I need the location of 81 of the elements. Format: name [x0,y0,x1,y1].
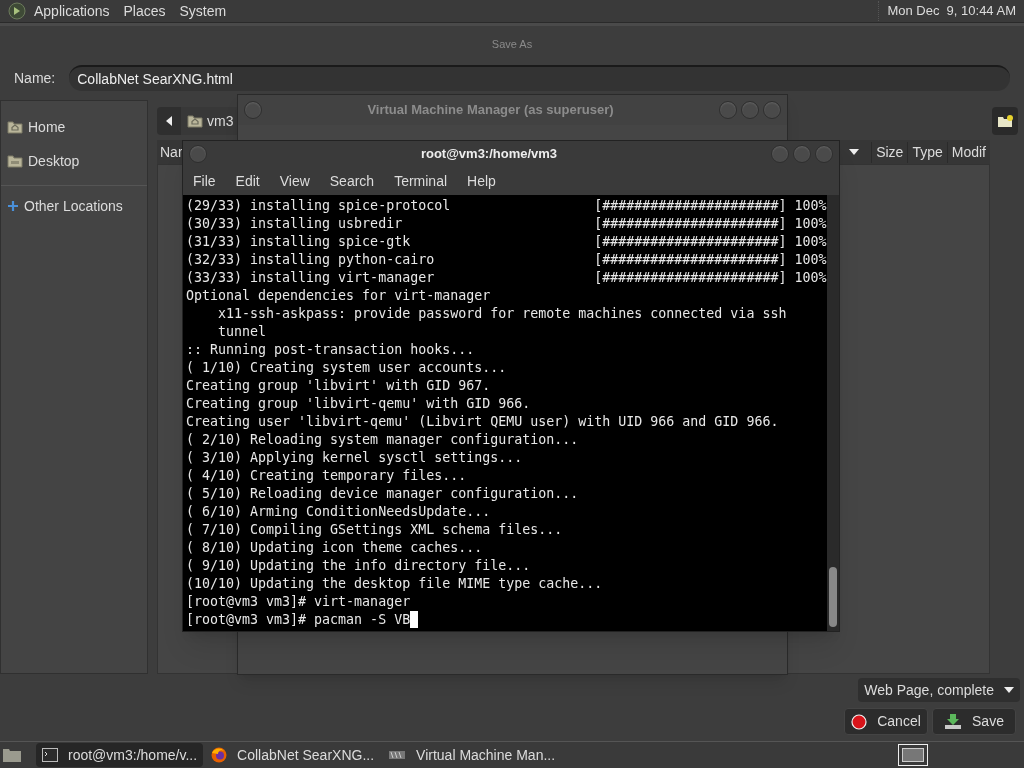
terminal-line: [root@vm3 vm3]# virt-manager [186,593,411,611]
terminal-line: :: Running post-transaction hooks... [186,341,475,359]
terminal-line: Optional dependencies for virt-manager [186,287,491,305]
terminal-line: (31/33) installing spice-gtk [######################] 100% [186,233,827,251]
window-button[interactable] [189,145,207,163]
menu-item[interactable]: Search [329,170,375,192]
terminal-line: (32/33) installing python-cairo [######################] 100% [186,251,827,269]
terminal-line: ( 4/10) Creating temporary files... [186,467,467,485]
window-button[interactable] [244,101,262,119]
menu-item[interactable]: File [193,170,216,192]
text-cursor [410,611,419,628]
home-folder-icon [187,114,203,129]
taskbar-button[interactable]: Virtual Machine Man... [382,743,562,768]
logo-icon[interactable] [8,2,26,21]
sort-caret-icon[interactable] [849,149,860,156]
new-folder-button[interactable] [992,107,1018,136]
monitor-icon [388,749,407,762]
terminal-line: ( 9/10) Updating the info directory file... [186,557,531,575]
stop-icon [851,713,868,730]
terminal-line: (33/33) installing virt-manager [######################] 100% [186,269,827,287]
panel-menu[interactable]: System [179,0,227,22]
sidebar-item[interactable]: Other Locations [1,192,147,221]
terminal-line: [root@vm3 vm3]# pacman -S VB [186,611,411,629]
plus-icon [7,200,19,213]
window-button[interactable] [815,145,833,163]
terminal-line: (29/33) installing spice-protocol [######################] 100% [186,197,827,215]
panel-menu[interactable]: Places [123,0,166,22]
terminal-line: (10/10) Updating the desktop file MIME type cache... [186,575,603,593]
menu-item[interactable]: Help [467,170,496,192]
workspace-switcher[interactable] [898,744,928,767]
name-label: Name: [14,68,56,88]
browser-icon [211,747,228,764]
panel-menu[interactable]: Applications [34,0,110,22]
window-button[interactable] [719,101,737,119]
terminal-line: x11-ssh-askpass: provide password for remote machines connected via ssh [217,305,787,323]
terminal-line: Creating user 'libvirt-qemu' (Libvirt QEMU user) with UID 966 and GID 966. [186,413,779,431]
terminal-line: ( 1/10) Creating system user accounts... [186,359,507,377]
window-button[interactable] [741,101,759,119]
menu-item[interactable]: Terminal [394,170,448,192]
back-arrow-icon [166,116,172,127]
window-button[interactable] [793,145,811,163]
terminal-line: Creating group 'libvirt' with GID 967. [186,377,491,395]
scrollbar[interactable] [827,195,839,631]
sidebar-item[interactable]: Desktop [1,147,147,176]
column-header[interactable]: Nar [157,141,183,163]
menu-item[interactable]: View [279,170,310,192]
taskbar-button[interactable]: CollabNet SearXNG... [205,743,381,768]
path-button[interactable]: vm3 [181,107,240,136]
terminal-line: ( 6/10) Arming ConditionNeedsUpdate... [186,503,491,521]
window-title: root@vm3:/home/vm3 [419,145,559,164]
cancel-button[interactable]: Cancel [844,708,928,736]
window-button[interactable] [771,145,789,163]
terminal-line: (30/33) installing usbredir [######################] 100% [186,215,827,233]
caret-icon [1004,687,1014,694]
menu-item[interactable]: Edit [235,170,260,192]
dialog-title: Save As [491,36,533,52]
folder-icon [7,154,23,169]
sidebar-item[interactable]: Home [1,113,147,142]
save-button[interactable]: Save [932,708,1016,736]
column-header[interactable]: Modif [946,141,990,163]
column-header[interactable]: Type [907,141,947,163]
terminal-line: Creating group 'libvirt-qemu' with GID 966. [186,395,531,413]
terminal-line: ( 5/10) Reloading device manager configuration... [186,485,579,503]
terminal-line: tunnel [217,323,267,341]
terminal-line: ( 7/10) Compiling GSettings XML schema files... [186,521,563,539]
file-type-dropdown[interactable]: Web Page, complete [858,678,1020,703]
terminal-icon [42,748,58,763]
taskbar-button[interactable]: root@vm3:/home/v... [36,743,204,768]
folder-icon[interactable] [2,747,22,764]
window-button[interactable] [763,101,781,119]
folder-icon [997,114,1013,129]
column-header[interactable]: Size [871,141,908,163]
clock[interactable]: Mon Dec 9, 10:44 AM [878,1,1016,21]
home-folder-icon [7,120,23,135]
name-field[interactable]: CollabNet SearXNG.html [69,65,1010,92]
back-button[interactable] [157,107,181,136]
terminal-line: ( 8/10) Updating icon theme caches... [186,539,483,557]
terminal-line: ( 3/10) Applying kernel sysctl settings... [186,449,523,467]
terminal-line: ( 2/10) Reloading system manager configuration... [186,431,579,449]
window-title: Virtual Machine Manager (as superuser) [366,101,615,120]
download-icon [944,713,963,731]
